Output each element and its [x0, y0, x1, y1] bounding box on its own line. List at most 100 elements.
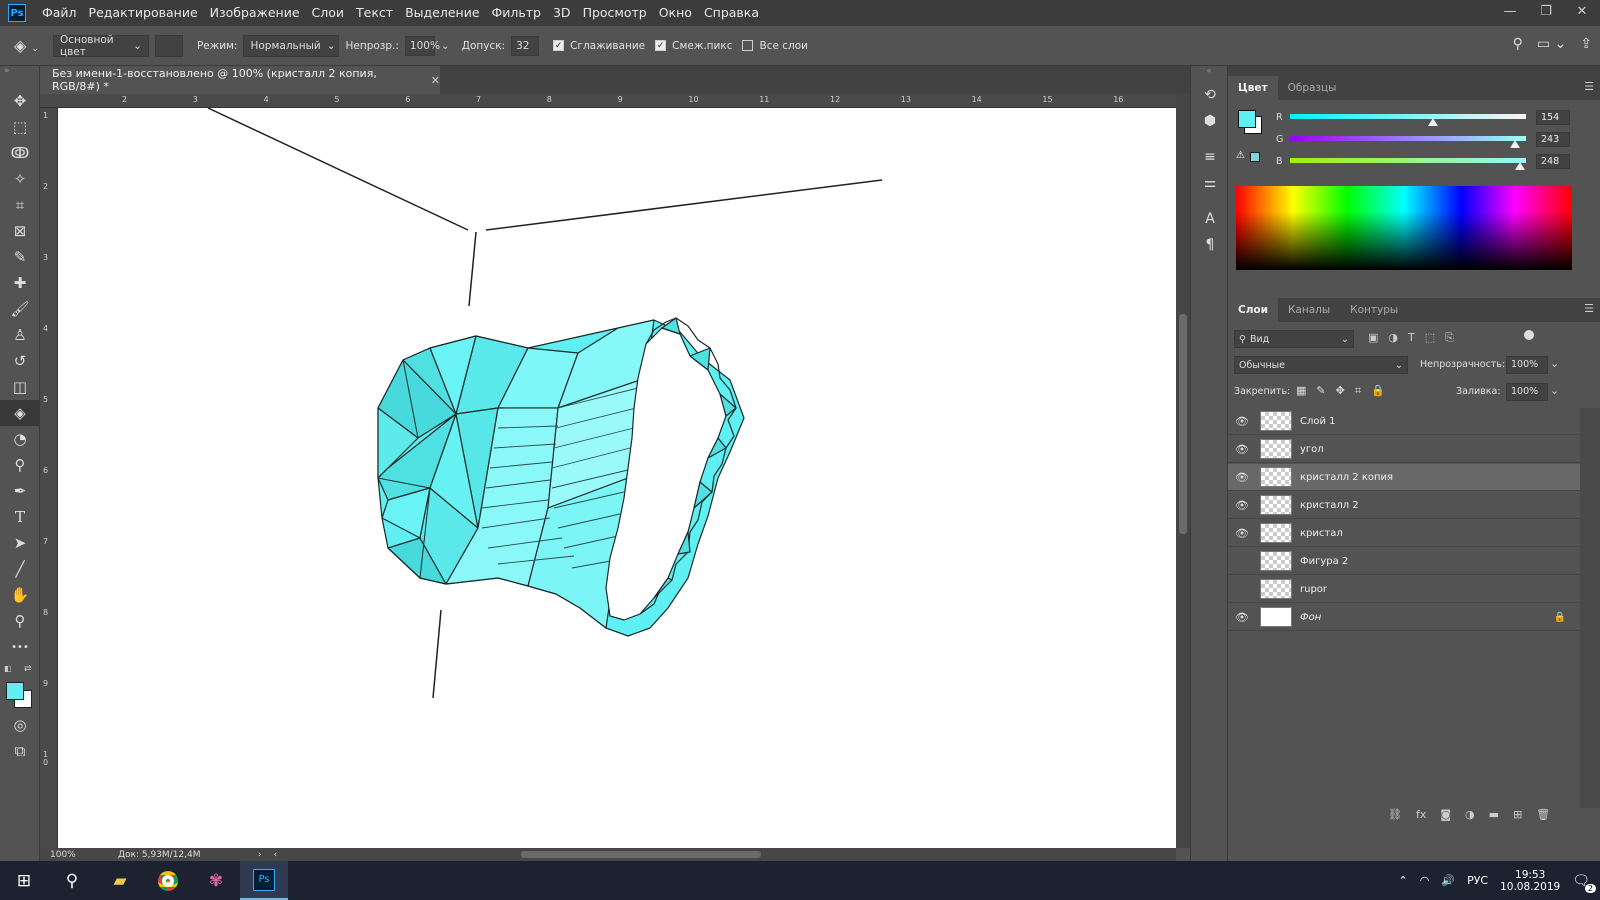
- wifi-icon[interactable]: ◠: [1420, 874, 1430, 887]
- foreground-color-chip[interactable]: [1238, 110, 1256, 128]
- ruler-vertical[interactable]: 1 2 3 4 5 6 7 8 9 1 0: [40, 108, 58, 848]
- menu-item[interactable]: Фильтр: [486, 0, 547, 26]
- menu-item[interactable]: Слои: [306, 0, 351, 26]
- ruler-horizontal[interactable]: 2 3 4 5 6 7 8 9 10 11 12 13 14 15 16: [40, 94, 1176, 108]
- menu-item[interactable]: Окно: [653, 0, 698, 26]
- healing-tool-icon[interactable]: ✚: [0, 270, 40, 296]
- brushes-icon[interactable]: ≡: [1191, 144, 1229, 170]
- g-slider-thumb[interactable]: [1509, 140, 1520, 148]
- panel-menu-icon[interactable]: ☰: [1584, 302, 1594, 315]
- lock-position-icon[interactable]: ✥: [1336, 384, 1345, 398]
- magic-wand-tool-icon[interactable]: ✧: [0, 166, 40, 192]
- document-tab[interactable]: Без имени-1-восстановлено @ 100% (криста…: [40, 66, 440, 94]
- paint-bucket-preset-icon[interactable]: ◈ ⌄: [14, 36, 39, 55]
- menu-item[interactable]: Изображение: [204, 0, 306, 26]
- eye-icon[interactable]: 👁: [1228, 443, 1256, 456]
- tab-swatches[interactable]: Образцы: [1278, 76, 1347, 100]
- lock-artboard-icon[interactable]: ⌗: [1355, 384, 1361, 398]
- frame-tool-icon[interactable]: ⊠: [0, 218, 40, 244]
- pen-tool-icon[interactable]: ✒: [0, 478, 40, 504]
- start-icon[interactable]: ⊞: [0, 861, 48, 900]
- close-tab-icon[interactable]: ✕: [431, 74, 440, 87]
- layer-row[interactable]: rupor: [1228, 576, 1580, 603]
- brush-tool-icon[interactable]: 🖌: [0, 296, 40, 322]
- menu-item[interactable]: Файл: [36, 0, 83, 26]
- blend-mode-select[interactable]: Обычные ⌄: [1234, 356, 1408, 374]
- layers-scrollbar[interactable]: [1580, 408, 1600, 808]
- lock-pixels-icon[interactable]: ✎: [1316, 384, 1325, 398]
- 3d-icon[interactable]: ⬢: [1191, 108, 1229, 134]
- b-slider-track[interactable]: [1290, 158, 1526, 163]
- close-button[interactable]: ✕: [1564, 0, 1600, 22]
- r-slider-track[interactable]: [1290, 114, 1526, 119]
- workspace-icon[interactable]: ▭ ⌄: [1537, 36, 1566, 52]
- photoshop-taskbar-icon[interactable]: Ps: [240, 861, 288, 900]
- move-tool-icon[interactable]: ✥: [0, 88, 40, 114]
- adjustments-icon[interactable]: ⚌: [1191, 170, 1229, 196]
- panel-menu-icon[interactable]: ☰: [1584, 80, 1594, 93]
- quick-mask-icon[interactable]: ◎: [0, 712, 40, 738]
- opacity-input[interactable]: 100%: [404, 35, 440, 56]
- eraser-tool-icon[interactable]: ◫: [0, 374, 40, 400]
- layer-row[interactable]: 👁 Слой 1: [1228, 408, 1580, 435]
- layer-row[interactable]: 👁 кристал: [1228, 520, 1580, 547]
- eye-icon[interactable]: 👁: [1228, 415, 1256, 428]
- color-spectrum[interactable]: [1236, 186, 1572, 270]
- contiguous-checkbox[interactable]: ✓: [655, 40, 667, 51]
- language-indicator[interactable]: РУС: [1467, 874, 1488, 887]
- blur-tool-icon[interactable]: ◔: [0, 426, 40, 452]
- chevron-down-icon[interactable]: ⌄: [441, 40, 450, 52]
- chrome-icon[interactable]: [144, 861, 192, 900]
- path-select-tool-icon[interactable]: ➤: [0, 530, 40, 556]
- marquee-tool-icon[interactable]: ⬚: [0, 114, 40, 140]
- link-layers-icon[interactable]: ⛓: [1388, 808, 1402, 821]
- paragraph-icon[interactable]: ¶: [1191, 232, 1229, 258]
- document-canvas[interactable]: [58, 107, 1176, 848]
- zoom-tool-icon[interactable]: ⚲: [0, 608, 40, 634]
- fill-input[interactable]: 100%: [1506, 383, 1548, 401]
- g-slider-track[interactable]: [1290, 136, 1526, 141]
- menu-item[interactable]: Справка: [698, 0, 765, 26]
- tolerance-input[interactable]: 32: [511, 35, 540, 56]
- zoom-level[interactable]: 100%: [40, 850, 90, 860]
- menu-item[interactable]: 3D: [547, 0, 577, 26]
- layer-row[interactable]: Фигура 2: [1228, 548, 1580, 575]
- add-mask-icon[interactable]: ◙: [1440, 808, 1451, 821]
- tab-channels[interactable]: Каналы: [1278, 298, 1340, 322]
- paint-app-icon[interactable]: ✾: [192, 861, 240, 900]
- eye-icon[interactable]: 👁: [1228, 471, 1256, 484]
- new-adjustment-icon[interactable]: ◑: [1465, 808, 1475, 821]
- lasso-tool-icon[interactable]: ↂ: [0, 140, 40, 166]
- layer-row[interactable]: 👁 Фон 🔒: [1228, 604, 1580, 631]
- restore-button[interactable]: ❐: [1528, 0, 1564, 22]
- vertical-scrollbar[interactable]: [1176, 94, 1190, 848]
- menu-item[interactable]: Выделение: [399, 0, 485, 26]
- antialias-checkbox[interactable]: ✓: [553, 40, 565, 51]
- eyedropper-tool-icon[interactable]: ✎: [0, 244, 40, 270]
- character-icon[interactable]: A: [1191, 206, 1229, 232]
- type-tool-icon[interactable]: T: [0, 504, 40, 530]
- mores-tool-icon[interactable]: •••: [0, 634, 40, 660]
- layer-filter-select[interactable]: ⚲ Вид ⌄: [1234, 330, 1354, 348]
- tab-layers[interactable]: Слои: [1228, 298, 1278, 322]
- adjustment-filter-icon[interactable]: ◑: [1388, 331, 1398, 345]
- layer-row[interactable]: 👁 угол: [1228, 436, 1580, 463]
- search-icon[interactable]: ⚲: [1513, 36, 1523, 52]
- history-icon[interactable]: ⟲: [1191, 82, 1229, 108]
- history-brush-tool-icon[interactable]: ↺: [0, 348, 40, 374]
- eye-icon[interactable]: 👁: [1228, 527, 1256, 540]
- layer-row[interactable]: 👁 кристалл 2 копия: [1228, 464, 1580, 491]
- all-layers-checkbox[interactable]: [742, 40, 754, 51]
- chevron-right-icon[interactable]: ›: [258, 850, 262, 860]
- tab-paths[interactable]: Контуры: [1340, 298, 1408, 322]
- menu-item[interactable]: Редактирование: [83, 0, 204, 26]
- crop-tool-icon[interactable]: ⌗: [0, 192, 40, 218]
- r-slider-thumb[interactable]: [1427, 118, 1438, 126]
- trash-icon[interactable]: 🗑: [1536, 808, 1550, 821]
- new-group-icon[interactable]: ▬: [1489, 808, 1499, 821]
- line-tool-icon[interactable]: ╱: [0, 556, 40, 582]
- file-explorer-icon[interactable]: ▰: [96, 861, 144, 900]
- r-value-input[interactable]: 154: [1536, 110, 1570, 125]
- pixel-filter-icon[interactable]: ▣: [1368, 331, 1378, 345]
- collapse-icon[interactable]: »: [0, 66, 39, 88]
